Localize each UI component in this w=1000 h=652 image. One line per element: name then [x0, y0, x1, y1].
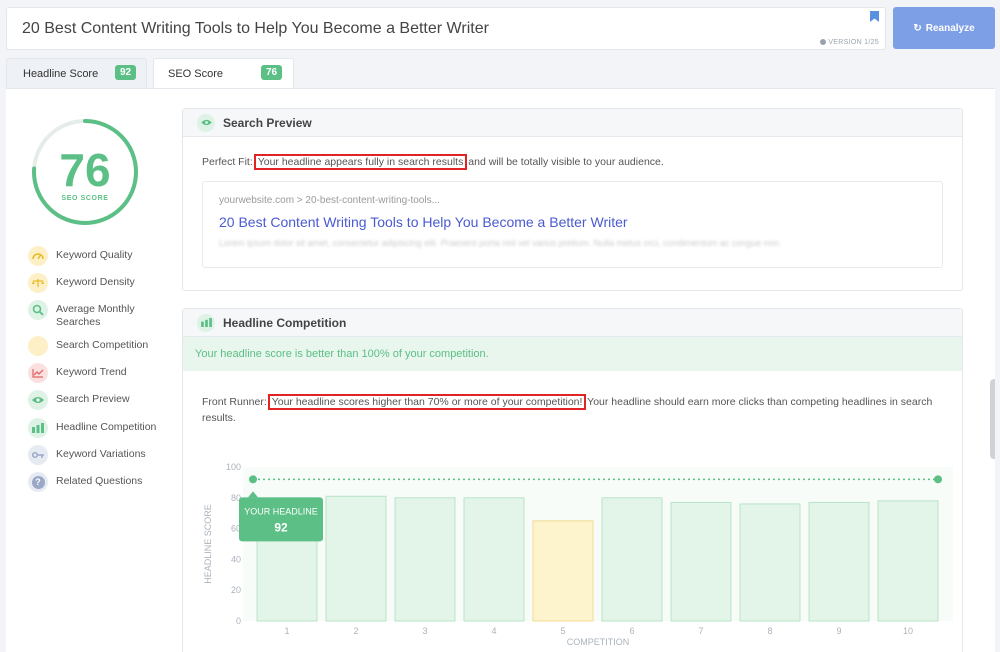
x-tick-label: 3: [422, 626, 427, 636]
x-tick-label: 6: [629, 626, 634, 636]
sidebar-item-label: Keyword Trend: [56, 366, 127, 378]
bar-8: [739, 503, 801, 622]
runner-highlight: Your headline scores higher than 70% or …: [267, 394, 587, 410]
version-label: VERSION 1/25: [820, 39, 879, 46]
bar-4: [463, 497, 525, 622]
search-preview-header[interactable]: Search Preview: [183, 109, 962, 137]
bar-2: [325, 495, 387, 622]
card-title: Search Preview: [223, 115, 312, 130]
search-icon: [28, 300, 48, 320]
your-headline-marker-end: [934, 475, 942, 484]
your-headline-marker-start: [249, 475, 257, 484]
tab-label: SEO Score: [168, 68, 224, 80]
x-tick-label: 1: [284, 626, 289, 636]
headline-competition-chart: 020406080100HEADLINE SCORE1 2 3 4 5 6 7 8 9 10COM…: [203, 462, 953, 647]
search-preview-message: Perfect Fit: Your headline appears fully…: [202, 154, 664, 170]
serp-url: yourwebsite.com > 20-best-content-writin…: [219, 195, 440, 206]
seo-score-label: SEO SCORE: [61, 195, 109, 202]
headline-input[interactable]: 20 Best Content Writing Tools to Help Yo…: [6, 7, 886, 50]
scrollbar-thumb[interactable]: [990, 379, 995, 459]
sidebar-item-label: Keyword Quality: [56, 249, 133, 261]
search-preview-card: Search Preview Perfect Fit: Your headlin…: [182, 108, 963, 291]
sidebar-item-search-competition[interactable]: Search Competition: [28, 336, 166, 356]
sidebar-item-label: Keyword Density: [56, 276, 135, 288]
tab-headline-score[interactable]: Headline Score 92: [6, 58, 147, 88]
eye-icon: [28, 390, 48, 410]
y-tick-label: 100: [226, 462, 241, 472]
sidebar-item-label: Average Monthly Searches: [56, 303, 135, 328]
eye-icon: [197, 113, 215, 132]
serp-preview: yourwebsite.com > 20-best-content-writin…: [202, 181, 943, 268]
y-tick-label: 20: [231, 585, 241, 595]
reanalyze-label: Reanalyze: [925, 22, 975, 34]
headline-competition-header[interactable]: Headline Competition: [183, 309, 962, 337]
chart-icon: [28, 418, 48, 438]
sidebar-item-search-preview[interactable]: Search Preview: [28, 390, 166, 410]
scale-icon: [28, 273, 48, 293]
sidebar-item-label: Headline Competition: [56, 421, 157, 433]
seo-score-gauge: 76 SEO SCORE: [30, 117, 140, 227]
x-tick-label: 8: [767, 626, 772, 636]
score-badge: 92: [115, 65, 137, 80]
card-title: Headline Competition: [223, 315, 347, 330]
your-headline-callout: [239, 497, 323, 542]
fit-description: and will be totally visible to your audi…: [468, 156, 664, 168]
y-tick-label: 0: [236, 616, 241, 626]
bar-5: [532, 520, 594, 622]
x-tick-label: 9: [836, 626, 841, 636]
y-tick-label: 40: [231, 554, 241, 564]
your-headline-score: 92: [274, 520, 288, 534]
x-axis-label: COMPETITION: [567, 637, 630, 647]
x-tick-label: 10: [903, 626, 913, 636]
sidebar-item-label: Keyword Variations: [56, 448, 146, 460]
tab-seo-score[interactable]: SEO Score 76: [153, 58, 294, 89]
seo-score-value: 76: [59, 144, 111, 196]
fit-label: Perfect Fit:: [202, 156, 253, 168]
sidebar-item-related-questions[interactable]: ? Related Questions: [28, 472, 166, 492]
x-tick-label: 4: [491, 626, 496, 636]
sidebar-item-average-monthly-searches[interactable]: Average Monthly Searches: [28, 300, 166, 329]
score-badge: 76: [261, 65, 283, 80]
bar-6: [601, 497, 663, 622]
x-tick-label: 2: [353, 626, 358, 636]
seo-panel: 76 SEO SCORE Keyword Quality Keyword Den…: [6, 88, 995, 652]
bar-10: [877, 500, 939, 622]
x-tick-label: 7: [698, 626, 703, 636]
eye-icon: [820, 39, 827, 46]
key-icon: [28, 445, 48, 465]
tab-label: Headline Score: [23, 67, 99, 80]
sidebar-item-keyword-density[interactable]: Keyword Density: [28, 273, 166, 293]
sidebar-item-headline-competition[interactable]: Headline Competition: [28, 418, 166, 438]
bar-9: [808, 501, 870, 622]
headline-text[interactable]: 20 Best Content Writing Tools to Help Yo…: [22, 20, 489, 38]
bar-7: [670, 501, 732, 622]
sidebar-item-label: Search Competition: [56, 339, 149, 351]
fit-highlight: Your headline appears fully in search re…: [253, 154, 468, 170]
reanalyze-button[interactable]: ↻ Reanalyze: [893, 7, 995, 49]
serp-title: 20 Best Content Writing Tools to Help Yo…: [219, 214, 628, 230]
competition-banner: Your headline score is better than 100% …: [183, 337, 962, 371]
x-tick-label: 5: [560, 626, 565, 636]
runner-label: Front Runner:: [202, 396, 267, 408]
gauge-icon: [28, 246, 48, 266]
chart-icon: [197, 313, 215, 332]
question-icon: ?: [28, 472, 48, 492]
trend-icon: [28, 363, 48, 383]
sidebar-item-keyword-trend[interactable]: Keyword Trend: [28, 363, 166, 383]
refresh-icon: ↻: [913, 22, 922, 34]
your-headline-label: YOUR HEADLINE: [244, 506, 318, 516]
serp-description: Lorem ipsum dolor sit amet, consectetur …: [219, 238, 782, 248]
sidebar-item-keyword-quality[interactable]: Keyword Quality: [28, 246, 166, 266]
y-axis-label: HEADLINE SCORE: [203, 504, 213, 584]
sidebar-item-label: Search Preview: [56, 393, 130, 405]
bar-3: [394, 497, 456, 622]
sidebar-item-keyword-variations[interactable]: Keyword Variations: [28, 445, 166, 465]
competition-icon: [28, 336, 48, 356]
front-runner-message: Front Runner: Your headline scores highe…: [202, 394, 947, 426]
sidebar-item-label: Related Questions: [56, 475, 143, 487]
headline-competition-card: Headline Competition Your headline score…: [182, 308, 963, 652]
bookmark-icon[interactable]: [870, 11, 879, 22]
